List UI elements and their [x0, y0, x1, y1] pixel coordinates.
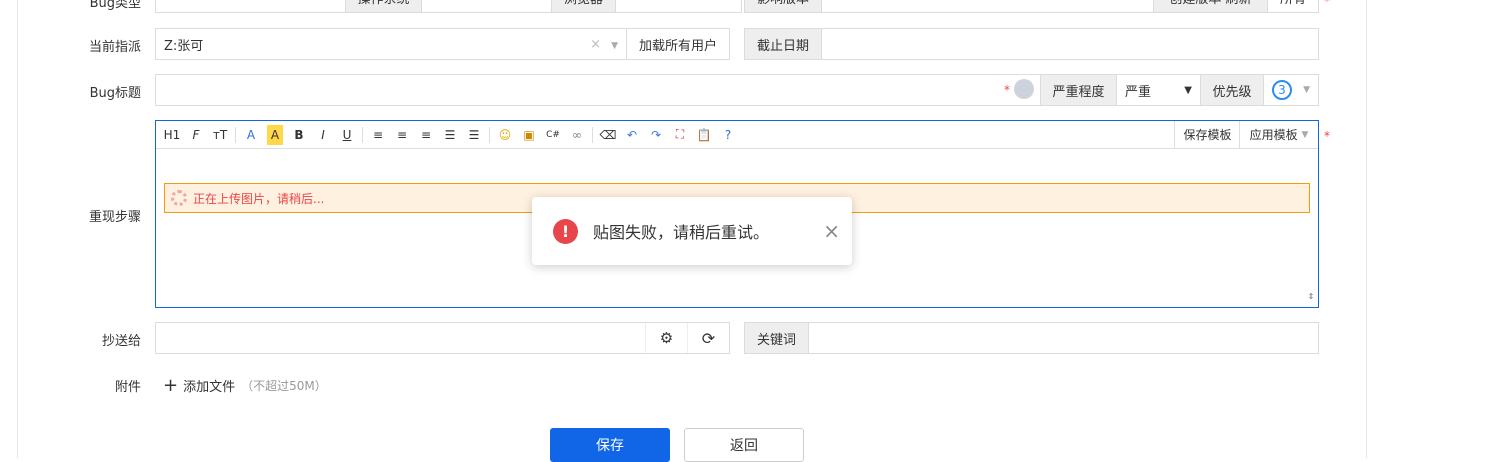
load-all-users-button[interactable]: 加载所有用户 — [626, 28, 730, 60]
chevron-down-icon: ▼ — [611, 40, 618, 51]
keywords-label: 关键词 — [744, 322, 809, 354]
eraser-icon[interactable]: ⌫ — [596, 125, 620, 145]
browser-select[interactable] — [615, 0, 742, 13]
palette-icon[interactable] — [1014, 79, 1034, 99]
bug-type-select[interactable] — [155, 0, 346, 13]
align-left-icon[interactable]: ≡ — [366, 125, 390, 145]
os-label: 操作系统 — [345, 0, 422, 13]
add-file-button[interactable]: + 添加文件 （不超过50M） — [163, 375, 327, 396]
priority-select[interactable]: 3 ▼ — [1263, 74, 1319, 106]
underline-button[interactable]: U — [335, 125, 359, 145]
bold-button[interactable]: B — [287, 125, 311, 145]
cc-select[interactable] — [155, 322, 730, 354]
error-icon: ! — [553, 218, 578, 244]
close-icon[interactable]: × — [823, 219, 840, 243]
link-icon[interactable]: ∞ — [565, 125, 589, 145]
editor-toolbar: H1 F тT A A B I U ≡ ≡ ≡ ☰ ☰ ☺ ▣ C# ∞ ⌫ ↶… — [160, 121, 740, 148]
apply-template-button[interactable]: 应用模板 ▼ — [1239, 121, 1318, 148]
upload-status-text: 正在上传图片，请稍后... — [193, 191, 325, 206]
steps-label: 重现步骤 — [88, 210, 141, 225]
os-select[interactable] — [421, 0, 552, 13]
error-toast: ! 贴图失败，请稍后重试。 × — [532, 197, 852, 265]
ordered-list-icon[interactable]: ☰ — [438, 125, 462, 145]
redo-icon[interactable]: ↷ — [644, 125, 668, 145]
deadline-label: 截止日期 — [744, 28, 822, 60]
affected-version-select[interactable] — [821, 0, 1154, 13]
severity-value: 严重 — [1125, 84, 1152, 100]
bug-title-label: Bug标题 — [89, 86, 141, 101]
italic-button[interactable]: I — [311, 125, 335, 145]
cc-label: 抄送给 — [101, 334, 141, 349]
resize-handle[interactable]: ⇕ — [1304, 292, 1318, 306]
apply-template-label: 应用模板 — [1249, 128, 1298, 142]
save-template-button[interactable]: 保存模板 — [1174, 121, 1240, 148]
all-button[interactable]: 所有 — [1267, 0, 1319, 13]
plus-icon: + — [163, 375, 179, 396]
browser-label: 浏览器 — [551, 0, 616, 13]
loading-spinner-icon — [171, 190, 187, 206]
heading-button[interactable]: H1 — [160, 125, 184, 145]
font-size-button[interactable]: тT — [208, 125, 232, 145]
required-mark: * — [1004, 83, 1010, 97]
add-file-label: 添加文件 — [183, 380, 236, 395]
back-button[interactable]: 返回 — [684, 428, 804, 462]
align-center-icon[interactable]: ≡ — [390, 125, 414, 145]
chevron-down-icon: ▼ — [1184, 84, 1192, 96]
keywords-input[interactable] — [808, 322, 1319, 354]
deadline-input[interactable] — [821, 28, 1319, 60]
save-button[interactable]: 保存 — [550, 428, 670, 462]
created-version-label[interactable]: 创建版本 刷新 — [1153, 0, 1268, 13]
fullscreen-icon[interactable]: ⛶ — [668, 125, 692, 145]
severity-select[interactable]: 严重 ▼ — [1116, 74, 1201, 106]
assign-label: 当前指派 — [88, 40, 141, 55]
toast-message: 贴图失败，请稍后重试。 — [593, 223, 770, 242]
paste-icon[interactable]: 📋 — [692, 125, 716, 145]
affected-version-label: 影响版本 — [744, 0, 822, 13]
gear-icon[interactable]: ⚙ — [645, 323, 687, 353]
priority-label: 优先级 — [1200, 74, 1264, 106]
priority-value: 3 — [1272, 80, 1292, 100]
code-icon[interactable]: C# — [541, 125, 565, 145]
font-color-button[interactable]: A — [239, 125, 263, 145]
required-mark: * — [1324, 0, 1330, 8]
image-icon[interactable]: ▣ — [517, 125, 541, 145]
severity-label: 严重程度 — [1040, 74, 1117, 106]
bug-title-input[interactable] — [155, 74, 1041, 106]
size-limit-text: （不超过50M） — [241, 379, 327, 393]
bug-type-label: Bug类型 — [89, 0, 141, 11]
clear-icon[interactable]: × — [590, 37, 601, 52]
required-mark: * — [1324, 129, 1330, 143]
chevron-down-icon: ▼ — [1303, 85, 1310, 95]
attach-label: 附件 — [114, 380, 141, 395]
font-family-button[interactable]: F — [184, 125, 208, 145]
undo-icon[interactable]: ↶ — [620, 125, 644, 145]
refresh-icon[interactable]: ⟳ — [687, 323, 729, 353]
assign-value: Z:张可 — [164, 38, 204, 54]
align-right-icon[interactable]: ≡ — [414, 125, 438, 145]
assign-select[interactable]: Z:张可 × ▼ — [155, 28, 627, 60]
emoji-icon[interactable]: ☺ — [493, 125, 517, 145]
highlight-button[interactable]: A — [267, 124, 283, 145]
unordered-list-icon[interactable]: ☰ — [462, 125, 486, 145]
help-icon[interactable]: ? — [716, 125, 740, 145]
